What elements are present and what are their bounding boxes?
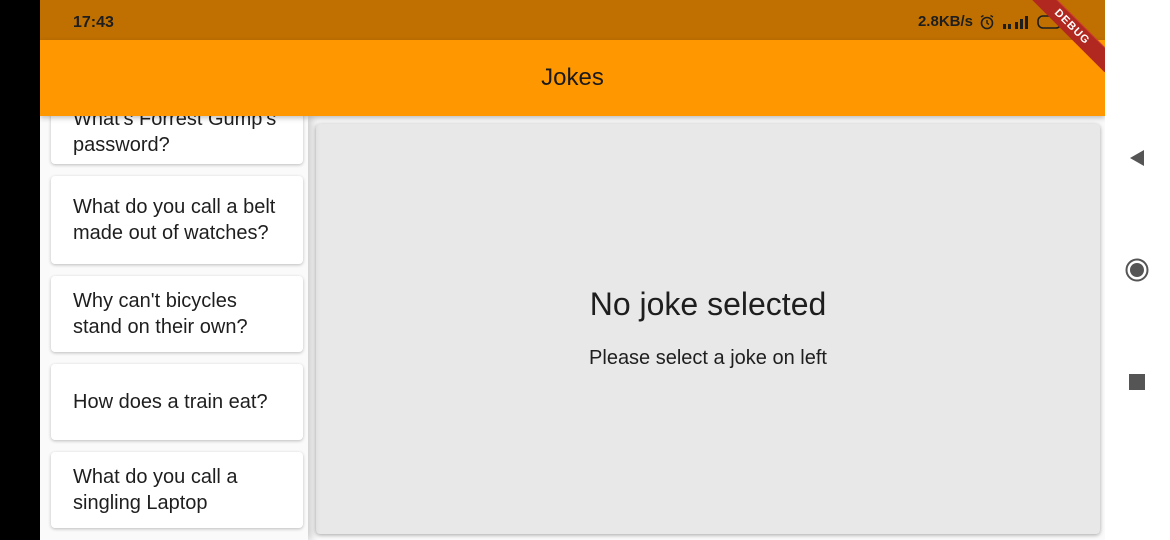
signal-icon (1001, 14, 1031, 30)
joke-list-item[interactable]: Why can't bicycles stand on their own? (51, 276, 303, 352)
status-indicators: 2.8KB/s (918, 13, 1065, 30)
joke-detail-card: No joke selected Please select a joke on… (316, 124, 1100, 534)
detail-subtitle: Please select a joke on left (589, 347, 827, 369)
joke-question: What do you call a singling Laptop (73, 466, 238, 514)
back-icon[interactable] (1125, 146, 1149, 170)
device-frame: 17:43 2.8KB/s DEBUG Jokes No joke select… (0, 0, 1170, 540)
joke-question: What's Forrest Gump's password? (73, 116, 277, 156)
joke-list-item[interactable]: How does a train eat? (51, 364, 303, 440)
joke-list-item[interactable]: What's Forrest Gump's password? (51, 116, 303, 164)
joke-list: What's Forrest Gump's password? What do y… (51, 116, 303, 540)
alarm-icon (979, 14, 995, 30)
system-nav-bar (1105, 0, 1170, 540)
status-time: 17:43 (73, 14, 114, 31)
joke-question: How does a train eat? (73, 391, 268, 413)
app-screen: 17:43 2.8KB/s DEBUG Jokes No joke select… (40, 0, 1105, 540)
joke-list-pane[interactable]: What's Forrest Gump's password? What do y… (40, 116, 308, 540)
app-bar: Jokes (40, 40, 1105, 116)
joke-list-item[interactable]: What do you call a singling Laptop (51, 452, 303, 528)
device-bezel (0, 0, 40, 540)
app-title: Jokes (541, 64, 604, 91)
detail-title: No joke selected (589, 286, 827, 322)
joke-list-item[interactable]: What do you call a belt made out of watc… (51, 176, 303, 264)
recents-icon[interactable] (1125, 370, 1149, 394)
status-bar: 17:43 2.8KB/s DEBUG (40, 0, 1105, 73)
joke-question: What do you call a belt made out of watc… (73, 196, 276, 244)
home-icon[interactable] (1125, 258, 1149, 282)
joke-question: Why can't bicycles stand on their own? (73, 290, 248, 338)
network-speed: 2.8KB/s (917, 13, 973, 30)
